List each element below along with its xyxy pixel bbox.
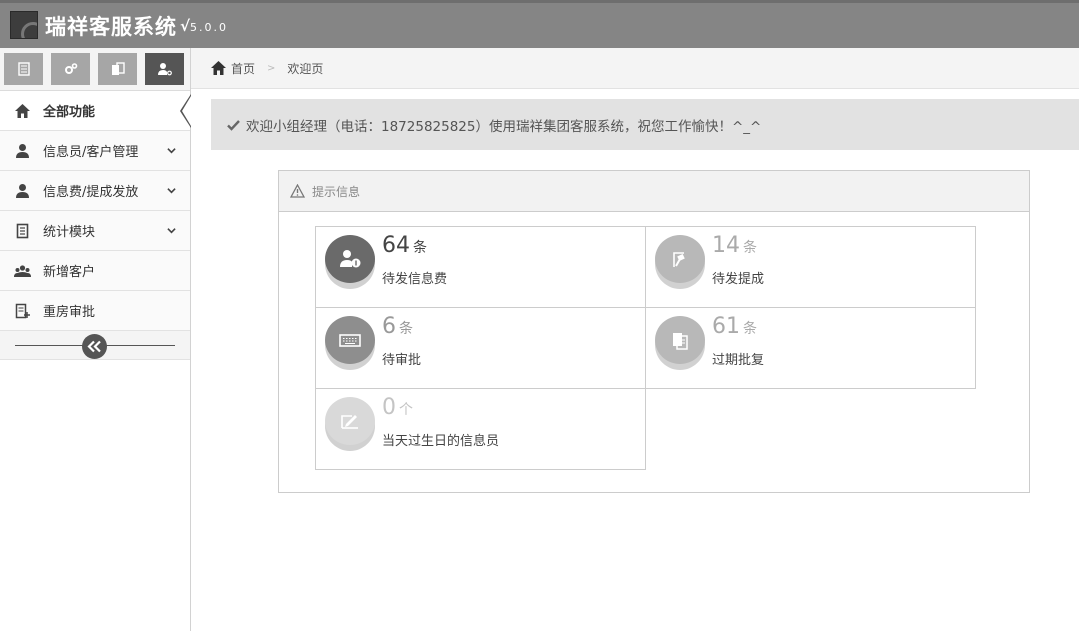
stat-badge: [325, 316, 375, 370]
sidebar-item-duplicate-approval[interactable]: 重房审批: [0, 291, 190, 331]
top-header: 瑞祥客服系统 √5.0.0: [0, 0, 1079, 48]
user-money-icon: [340, 250, 361, 268]
keyboard-icon: [339, 334, 361, 347]
hammer-icon: [673, 252, 685, 267]
copy-icon: [673, 333, 688, 350]
stat-label: 过期批复: [712, 353, 765, 368]
sidebar-item-informant-customer[interactable]: 信息员/客户管理: [0, 131, 190, 171]
chevron-down-icon: [167, 228, 176, 234]
warning-icon: [290, 184, 305, 198]
sidebar-item-label: 信息费/提成发放: [43, 185, 139, 200]
user-icon: [12, 183, 32, 199]
active-indicator: [180, 94, 191, 128]
list-icon: [17, 62, 30, 76]
stat-pending-approval[interactable]: 6条 待审批: [315, 307, 646, 389]
info-panel: 提示信息 64 条 待发信息费 14 条 待发提成 6条 待审批 61 条 过期…: [278, 170, 1030, 493]
sidebar-collapse-row: [0, 331, 190, 360]
user-key-icon: [157, 63, 172, 76]
breadcrumb-current: 欢迎页: [287, 61, 324, 76]
stat-pending-fee[interactable]: 64 条 待发信息费: [315, 226, 646, 308]
sidebar-item-all-functions[interactable]: 全部功能: [0, 91, 191, 131]
sign-icon: [341, 415, 358, 429]
stat-label: 待审批: [382, 353, 422, 368]
documents-icon: [111, 62, 125, 75]
stat-badge: [325, 397, 375, 451]
stat-label: 待发提成: [712, 272, 765, 287]
stat-label: 待发信息费: [382, 272, 448, 287]
app-title: 瑞祥客服系统: [45, 15, 177, 39]
sidebar-item-label: 信息员/客户管理: [43, 145, 139, 160]
breadcrumb-home-link[interactable]: 首页: [231, 60, 255, 77]
stat-expired-reply[interactable]: 61 条 过期批复: [645, 307, 976, 389]
sidebar-item-label: 全部功能: [43, 105, 96, 120]
sidebar-item-label: 新增客户: [43, 265, 96, 280]
sidebar-item-fee-commission[interactable]: 信息费/提成发放: [0, 171, 190, 211]
shortcut-bar: [0, 48, 190, 91]
stat-count: 14 条: [712, 233, 757, 258]
version-mark: √: [180, 17, 191, 35]
double-chevron-left-icon: [87, 340, 101, 353]
breadcrumb-separator: >: [267, 62, 276, 74]
breadcrumb: 首页 > 欢迎页: [191, 48, 1079, 89]
stat-count: 64 条: [382, 233, 427, 258]
stat-pending-commission[interactable]: 14 条 待发提成: [645, 226, 976, 308]
sidebar-item-statistics[interactable]: 统计模块: [0, 211, 190, 251]
welcome-message: 欢迎小组经理（电话：18725825825）使用瑞祥集团客服系统，祝您工作愉快！…: [246, 118, 762, 135]
check-icon: [227, 119, 240, 131]
version-number: 5.0.0: [190, 21, 229, 34]
shortcut-settings-button[interactable]: [51, 53, 90, 85]
chevron-down-icon: [167, 188, 176, 194]
document-icon: [12, 223, 32, 239]
home-icon: [211, 61, 226, 75]
group-icon: [12, 263, 32, 279]
sidebar-item-label: 统计模块: [43, 225, 96, 240]
stat-label: 当天过生日的信息员: [382, 434, 500, 449]
logo: [10, 11, 38, 39]
stat-count: 0个: [382, 395, 413, 420]
stat-birthday-today[interactable]: 0个 当天过生日的信息员: [315, 388, 646, 470]
gears-icon: [64, 63, 77, 74]
welcome-banner: 欢迎小组经理（电话：18725825825）使用瑞祥集团客服系统，祝您工作愉快！…: [211, 99, 1079, 150]
sidebar-collapse-button[interactable]: [82, 334, 107, 359]
shortcut-documents-button[interactable]: [98, 53, 137, 85]
edit-document-icon: [12, 303, 32, 319]
stat-count: 6条: [382, 314, 413, 339]
panel-title: 提示信息: [312, 184, 361, 199]
home-icon: [12, 103, 32, 119]
sidebar: 全部功能 信息员/客户管理 信息费/提成发放 统计模块 新增客户 重房审批: [0, 48, 191, 631]
shortcut-list-button[interactable]: [4, 53, 43, 85]
stat-badge: [325, 235, 375, 289]
stat-badge: [655, 235, 705, 289]
stat-count: 61 条: [712, 314, 757, 339]
sidebar-item-label: 重房审批: [43, 305, 96, 320]
app-version: √5.0.0: [180, 17, 228, 35]
sidebar-item-new-customer[interactable]: 新增客户: [0, 251, 190, 291]
panel-header: 提示信息: [279, 171, 1029, 212]
user-icon: [12, 143, 32, 159]
shortcut-user-button[interactable]: [145, 53, 184, 85]
stat-badge: [655, 316, 705, 370]
chevron-down-icon: [167, 148, 176, 154]
